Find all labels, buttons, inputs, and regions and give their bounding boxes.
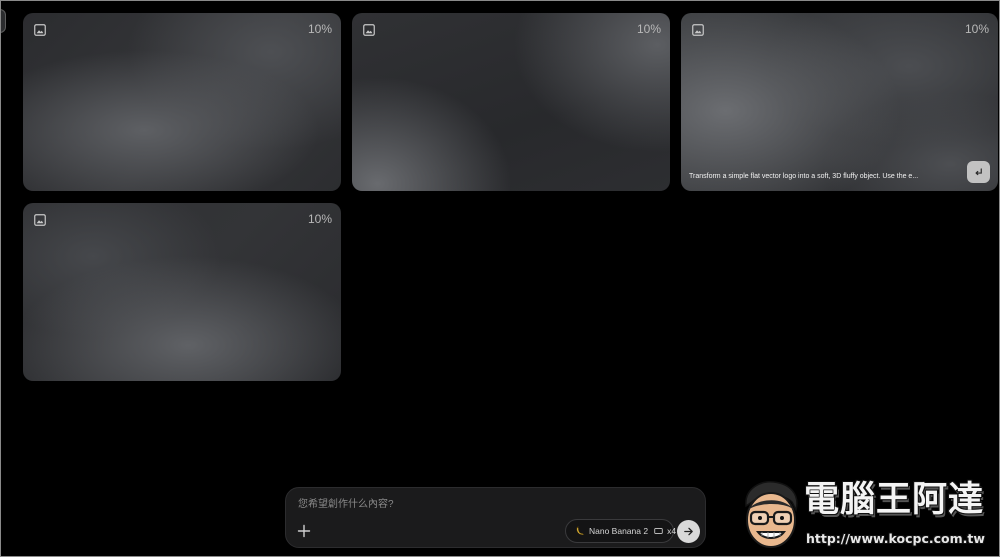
- mascot-face-icon: [738, 480, 804, 552]
- prompt-text: Transform a simple flat vector logo into…: [689, 173, 919, 180]
- image-icon: [692, 24, 704, 36]
- model-settings-button[interactable]: Nano Banana 2 x4: [565, 519, 677, 543]
- generation-card: 10%: [23, 203, 341, 381]
- image-icon: [34, 24, 46, 36]
- generation-card: 10% Transform a simple flat vector logo …: [681, 13, 998, 191]
- progress-label: 10%: [964, 22, 989, 36]
- watermark-title: 電腦王阿達: [804, 480, 985, 520]
- model-label: Nano Banana 2: [589, 526, 649, 536]
- plus-icon: [297, 524, 311, 538]
- prompt-input[interactable]: [298, 497, 678, 513]
- prompt-composer: Nano Banana 2 x4: [285, 487, 706, 548]
- generation-card: 10%: [23, 13, 341, 191]
- reuse-prompt-icon: [973, 167, 984, 178]
- banana-icon: [575, 526, 585, 536]
- progress-label: 10%: [307, 212, 332, 226]
- progress-label: 10%: [636, 22, 661, 36]
- arrow-right-icon: [683, 526, 694, 537]
- image-icon: [34, 214, 46, 226]
- send-button[interactable]: [677, 520, 700, 543]
- reuse-prompt-button[interactable]: [967, 161, 990, 183]
- image-icon: [363, 24, 375, 36]
- progress-label: 10%: [307, 22, 332, 36]
- output-count: x4: [667, 526, 677, 536]
- aspect-ratio-icon: [654, 528, 663, 534]
- edge-toggle-button[interactable]: [0, 9, 6, 33]
- add-button[interactable]: [296, 523, 312, 539]
- generation-card: 10%: [352, 13, 670, 191]
- watermark-url: http://www.kocpc.com.tw: [806, 531, 985, 546]
- watermark: 電腦王阿達 http://www.kocpc.com.tw: [738, 476, 998, 555]
